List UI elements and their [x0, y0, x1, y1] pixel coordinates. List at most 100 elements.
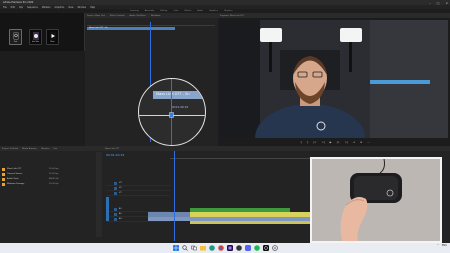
bin-color-swatch	[2, 182, 5, 186]
list-item[interactable]: Mass Link 077 25.00 fps	[2, 167, 101, 171]
track-toggle[interactable]	[114, 182, 117, 185]
tab-audio-clip-mixer[interactable]: Audio Clip Mixer	[130, 15, 146, 17]
settings-icon[interactable]	[271, 245, 278, 251]
track-targeting[interactable]	[106, 197, 109, 221]
webcam-inset	[310, 157, 442, 243]
tray-overflow-button[interactable]: ^	[437, 244, 439, 247]
menu-help[interactable]: Help	[90, 6, 95, 9]
menu-markers[interactable]: Markers	[42, 6, 51, 9]
tab-info[interactable]: Info	[53, 148, 57, 150]
item-name: Webcam Footage	[7, 183, 25, 185]
minimize-button[interactable]: –	[429, 1, 431, 5]
stream-deck-key-label: Inst Sele	[31, 41, 40, 43]
discord-icon[interactable]	[244, 245, 251, 251]
source-ruler[interactable]	[87, 24, 215, 26]
timeline-ruler[interactable]	[170, 156, 310, 159]
windows-start-icon[interactable]	[172, 245, 179, 251]
step-forward-button[interactable]: |>	[337, 141, 340, 144]
menu-file[interactable]: File	[3, 6, 7, 9]
tab-libraries[interactable]: Libraries	[41, 148, 50, 150]
timeline-playhead[interactable]	[174, 151, 175, 241]
track-label: A2	[119, 213, 122, 215]
task-view-icon[interactable]	[190, 245, 197, 251]
spotify-icon[interactable]	[253, 245, 260, 251]
more-button[interactable]: ⋯	[367, 141, 370, 144]
step-back-button[interactable]: <|	[322, 141, 325, 144]
tab-sequence[interactable]: Mass Link 077	[105, 148, 119, 150]
track-label: V2	[119, 187, 122, 189]
timeline-timecode[interactable]: 00:01:40:19	[106, 153, 124, 157]
lift-button[interactable]: ⇥	[353, 141, 355, 144]
go-to-out-button[interactable]: >|	[345, 141, 348, 144]
source-clip-label: Mass Link 077 - Sn	[89, 27, 108, 29]
item-rate: 25.00 fps	[49, 173, 59, 175]
track-toggle[interactable]	[114, 208, 117, 211]
stream-deck-key-label: Next	[50, 41, 55, 43]
close-button[interactable]: ×	[445, 1, 448, 5]
tab-effect-controls[interactable]: Effect Controls	[110, 15, 125, 17]
stream-deck-key[interactable]: Inst Sele	[29, 29, 42, 45]
item-rate: 25.00 fps	[49, 168, 59, 170]
mark-in-button[interactable]: {	[300, 141, 302, 144]
track-toggle[interactable]	[114, 213, 117, 216]
audio-clip[interactable]	[190, 221, 310, 224]
menu-sequence[interactable]: Sequence	[27, 6, 38, 9]
tab-program[interactable]: Program: Mass Link 077	[220, 15, 244, 17]
search-icon[interactable]	[181, 245, 188, 251]
track-toggle[interactable]	[114, 192, 117, 195]
list-item[interactable]: Audio Track 48000 Hz	[2, 177, 101, 181]
workspace-tab[interactable]: Editing	[160, 10, 167, 12]
workspace-tab[interactable]: Audio	[197, 10, 203, 12]
stream-deck-key[interactable]: Next	[46, 29, 59, 45]
stream-deck-key-label: Test	[13, 41, 18, 43]
timeline-tabs: Mass Link 077	[103, 146, 450, 151]
tab-media-browser[interactable]: Media Browser	[22, 148, 37, 150]
mark-out-button[interactable]: }	[307, 141, 309, 144]
workspace-tab[interactable]: Learning	[130, 10, 139, 12]
chrome-icon[interactable]	[217, 245, 224, 251]
item-name: Mass Link 077	[7, 168, 22, 170]
stream-deck-icon[interactable]	[262, 245, 269, 251]
stream-deck-key[interactable]: Test	[9, 29, 22, 45]
list-item[interactable]: Webcam Footage 25.00 fps	[2, 182, 101, 186]
play-button[interactable]: ▶	[330, 141, 332, 144]
file-explorer-icon[interactable]	[199, 245, 206, 251]
list-item[interactable]: Camera Source 25.00 fps	[2, 172, 101, 176]
menu-edit[interactable]: Edit	[11, 6, 15, 9]
tab-metadata[interactable]: Metadata	[151, 15, 160, 17]
item-name: Camera Source	[7, 173, 23, 175]
track-toggle[interactable]	[114, 187, 117, 190]
menu-graphics[interactable]: Graphics	[55, 6, 65, 9]
workspace-tab[interactable]: Graphics	[209, 10, 218, 12]
workspace-tab[interactable]: Color	[173, 10, 178, 12]
tab-source[interactable]: Source: Mass Link	[87, 15, 105, 17]
track-label: A1	[119, 208, 122, 210]
workspace-tab[interactable]: Libraries	[224, 10, 233, 12]
language-indicator[interactable]: ENG	[442, 244, 447, 247]
track-toggle[interactable]	[114, 218, 117, 221]
track-label: A3	[119, 218, 122, 220]
system-tray: ^ ENG	[437, 244, 447, 247]
tools-panel[interactable]	[96, 152, 102, 237]
source-clip[interactable]: Mass Link 077 - Sn	[87, 27, 175, 30]
zoom-magnifier: Mass Link 077 - Sn 00:01:40:19	[138, 78, 206, 146]
menu-view[interactable]: View	[68, 6, 73, 9]
go-to-in-button[interactable]: |<	[314, 141, 317, 144]
menu-window[interactable]: Window	[77, 6, 86, 9]
bin-color-swatch	[2, 177, 5, 181]
magnified-clip-label: Mass Link 077 - Sn	[156, 92, 190, 96]
insert-button[interactable]: ⊕	[360, 141, 362, 144]
premiere-icon[interactable]	[226, 245, 233, 251]
menu-clip[interactable]: Clip	[19, 6, 23, 9]
obs-icon[interactable]	[235, 245, 242, 251]
window-title: Adobe Premiere Pro 2022	[3, 1, 34, 4]
workspace-tab[interactable]: Assembly	[145, 10, 155, 12]
track-header-v1[interactable]: V1	[106, 191, 170, 196]
record-icon	[33, 32, 39, 40]
tab-project[interactable]: Project: Untitled	[2, 148, 18, 150]
project-tabs: Project: Untitled Media Browser Librarie…	[0, 146, 103, 151]
maximize-button[interactable]: □	[437, 1, 440, 5]
edge-icon[interactable]	[208, 245, 215, 251]
workspace-tab[interactable]: Effects	[185, 10, 192, 12]
taskbar	[0, 243, 450, 253]
